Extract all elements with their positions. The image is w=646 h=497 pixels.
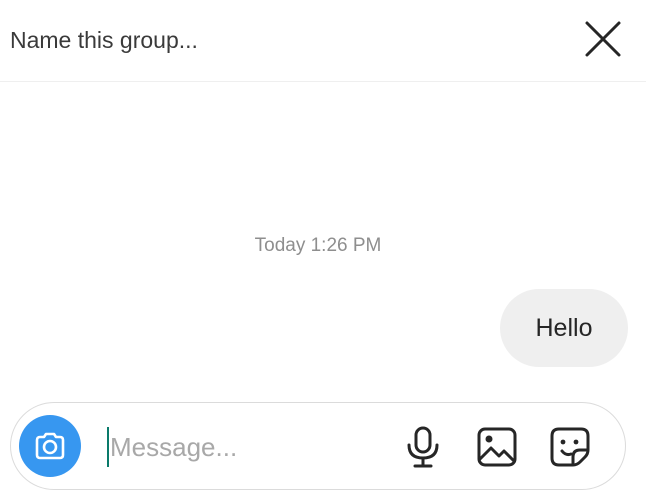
message-bubble-outgoing[interactable]: Hello	[500, 289, 628, 367]
gallery-icon	[477, 427, 517, 467]
header	[0, 0, 646, 82]
microphone-icon	[407, 426, 439, 468]
camera-icon	[35, 432, 65, 460]
message-composer	[10, 402, 626, 490]
message-text: Hello	[535, 313, 593, 342]
message-input[interactable]	[110, 425, 370, 469]
message-thread: Today 1:26 PM Hello	[0, 82, 646, 400]
sticker-icon	[550, 427, 590, 467]
text-cursor	[107, 427, 109, 467]
close-button[interactable]	[578, 14, 628, 64]
close-icon	[585, 21, 621, 57]
group-name-input[interactable]	[10, 20, 510, 60]
gallery-button[interactable]	[473, 423, 521, 471]
message-timestamp: Today 1:26 PM	[254, 235, 382, 256]
voice-message-button[interactable]	[399, 423, 447, 471]
sticker-button[interactable]	[546, 423, 594, 471]
direct-message-screen: Today 1:26 PM Hello	[0, 0, 646, 497]
camera-button[interactable]	[19, 415, 81, 477]
